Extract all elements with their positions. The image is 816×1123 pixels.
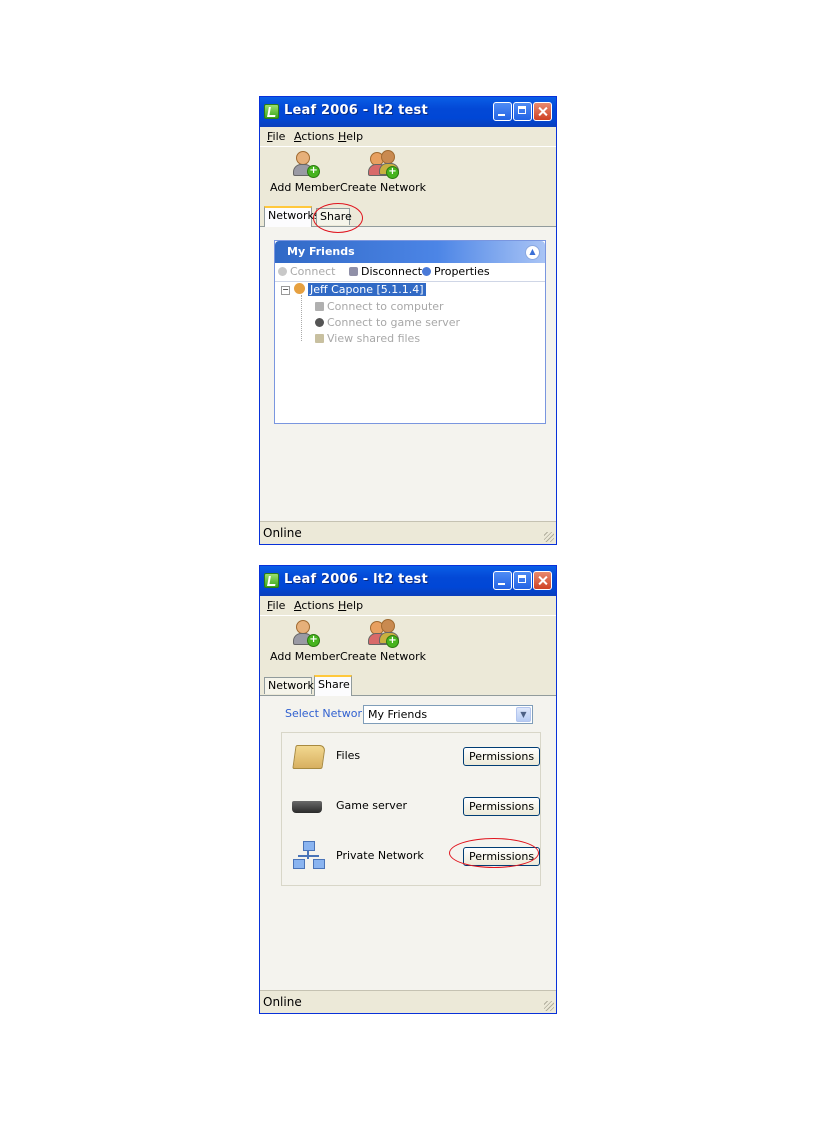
panel-header: My Friends ▲: [275, 241, 545, 263]
networks-content: My Friends ▲ Connect Disconnect Properti…: [260, 227, 556, 523]
tab-strip: Networks Share: [260, 206, 556, 227]
folder-icon: [292, 745, 326, 769]
status-text: Online: [263, 526, 302, 540]
member-avatar-icon: [294, 283, 305, 294]
connect-to-game-server-item[interactable]: Connect to game server: [315, 316, 460, 329]
menu-bar: File Actions Help: [260, 127, 556, 146]
folder-icon: [315, 334, 324, 343]
status-text: Online: [263, 995, 302, 1009]
menu-bar: File Actions Help: [260, 596, 556, 615]
share-row-files: Files Permissions: [282, 737, 541, 777]
share-options-box: Files Permissions Game server Permission…: [281, 732, 541, 886]
leaf-app-icon: [264, 573, 279, 588]
create-network-button[interactable]: + Create Network: [340, 149, 426, 194]
title-bar[interactable]: Leaf 2006 - lt2 test: [260, 566, 556, 596]
selected-network: My Friends: [368, 708, 428, 721]
properties-button[interactable]: Properties: [422, 265, 490, 278]
disconnect-button[interactable]: Disconnect: [349, 265, 422, 278]
menu-file[interactable]: File: [267, 130, 285, 143]
minimize-button[interactable]: [493, 571, 512, 590]
tab-share[interactable]: Share: [314, 675, 352, 696]
status-bar: Online: [260, 521, 556, 544]
share-row-game-server: Game server Permissions: [282, 787, 541, 827]
game-server-label: Game server: [336, 799, 408, 812]
resize-grip-icon[interactable]: [544, 1001, 554, 1011]
connect-button[interactable]: Connect: [278, 265, 335, 278]
game-server-icon: [315, 318, 324, 327]
toolbar: + Add Member + Create Network: [260, 146, 556, 197]
add-member-button[interactable]: + Add Member: [270, 149, 340, 194]
create-network-label: Create Network: [340, 650, 426, 663]
panel-toolbar: Connect Disconnect Properties: [275, 263, 545, 282]
tab-networks[interactable]: Networks: [264, 677, 320, 694]
tab-networks[interactable]: Networks: [264, 206, 320, 227]
tab-strip: Networks Share: [260, 675, 556, 696]
window-title: Leaf 2006 - lt2 test: [284, 103, 428, 118]
add-member-label: Add Member: [270, 181, 341, 194]
leaf-window-share: Leaf 2006 - lt2 test File Actions Help +…: [259, 565, 557, 1014]
share-content: Select Network My Friends ▼ Files Permis…: [260, 696, 556, 992]
leaf-window-networks: Leaf 2006 - lt2 test File Actions Help +…: [259, 96, 557, 545]
window-title: Leaf 2006 - lt2 test: [284, 572, 428, 587]
network-icon: [293, 841, 325, 871]
resize-grip-icon[interactable]: [544, 532, 554, 542]
tree-collapse-toggle[interactable]: −: [281, 286, 290, 295]
leaf-app-icon: [264, 104, 279, 119]
minimize-button[interactable]: [493, 102, 512, 121]
computer-icon: [315, 302, 324, 311]
game-server-icon: [292, 801, 322, 813]
member-node[interactable]: Jeff Capone [5.1.1.4]: [294, 283, 426, 296]
create-network-button[interactable]: + Create Network: [340, 618, 426, 663]
status-bar: Online: [260, 990, 556, 1013]
maximize-button[interactable]: [513, 102, 532, 121]
properties-icon: [422, 267, 431, 276]
my-friends-panel: My Friends ▲ Connect Disconnect Properti…: [274, 240, 546, 424]
add-member-button[interactable]: + Add Member: [270, 618, 340, 663]
add-member-icon: +: [290, 618, 321, 648]
private-network-label: Private Network: [336, 849, 424, 862]
tab-share[interactable]: Share: [316, 208, 352, 225]
create-network-label: Create Network: [340, 181, 426, 194]
menu-actions[interactable]: Actions: [294, 130, 334, 143]
chevron-down-icon[interactable]: ▼: [516, 707, 531, 722]
files-label: Files: [336, 749, 361, 762]
close-button[interactable]: [533, 571, 552, 590]
menu-actions[interactable]: Actions: [294, 599, 334, 612]
add-member-label: Add Member: [270, 650, 341, 663]
menu-help[interactable]: Help: [338, 599, 363, 612]
maximize-button[interactable]: [513, 571, 532, 590]
game-server-permissions-button[interactable]: Permissions: [463, 797, 541, 816]
connect-to-computer-item[interactable]: Connect to computer: [315, 300, 444, 313]
share-row-private-network: Private Network Permissions: [282, 837, 541, 877]
tree-line: [301, 295, 303, 341]
toolbar: + Add Member + Create Network: [260, 615, 556, 666]
view-shared-files-item[interactable]: View shared files: [315, 332, 420, 345]
create-network-icon: +: [367, 149, 399, 179]
disconnect-icon: [349, 267, 358, 276]
panel-title: My Friends: [287, 245, 355, 258]
create-network-icon: +: [367, 618, 399, 648]
menu-file[interactable]: File: [267, 599, 285, 612]
connect-icon: [278, 267, 287, 276]
title-bar[interactable]: Leaf 2006 - lt2 test: [260, 97, 556, 127]
menu-help[interactable]: Help: [338, 130, 363, 143]
files-permissions-button[interactable]: Permissions: [463, 747, 541, 766]
close-button[interactable]: [533, 102, 552, 121]
add-member-icon: +: [290, 149, 321, 179]
select-network-label: Select Network: [285, 707, 369, 720]
private-network-permissions-button[interactable]: Permissions: [463, 847, 541, 866]
collapse-chevron-icon[interactable]: ▲: [525, 245, 540, 260]
network-select[interactable]: My Friends ▼: [363, 705, 533, 724]
member-name: Jeff Capone [5.1.1.4]: [308, 283, 426, 296]
